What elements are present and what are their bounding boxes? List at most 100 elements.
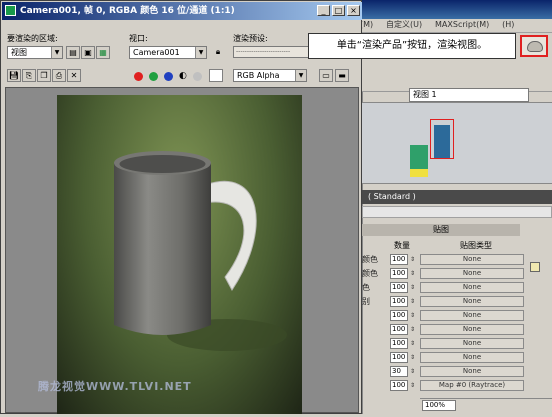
map-slot-button[interactable]: None	[420, 338, 524, 349]
maps-rollout-title[interactable]: 贴图	[362, 224, 520, 236]
selection-highlight	[430, 119, 454, 159]
color-swatch[interactable]	[209, 69, 223, 82]
map-row: 100 ⇕ None	[362, 310, 527, 322]
spinner-icon[interactable]: ⇕	[410, 312, 415, 319]
viewport-dropdown[interactable]: 视图 1	[409, 88, 529, 102]
map-slot-button[interactable]: None	[420, 366, 524, 377]
map-amount-input[interactable]: 100	[390, 254, 408, 265]
auto-region-icon[interactable]: ▣	[81, 46, 95, 59]
minimize-button[interactable]: _	[317, 5, 330, 16]
map-slot-button[interactable]: None	[420, 310, 524, 321]
frame-buffer-icon[interactable]: ▬	[335, 69, 349, 82]
spinner-icon[interactable]: ⇕	[410, 284, 415, 291]
display-toggle-icon[interactable]: ▭	[319, 69, 333, 82]
amount-header: 数量	[394, 241, 410, 250]
map-slot-button[interactable]: None	[420, 282, 524, 293]
map-row-name: 颜色	[362, 255, 378, 264]
chevron-down-icon: ▼	[195, 47, 206, 58]
channel-dropdown[interactable]: RGB Alpha ▼	[233, 69, 307, 82]
map-amount-input[interactable]: 100	[390, 296, 408, 307]
maps-column-header: 数量 贴图类型	[362, 240, 520, 252]
watermark-text: 腾龙视觉WWW.TLVI.NET	[38, 380, 192, 393]
area-value: 视图	[11, 48, 27, 57]
map-row: 100 ⇕ None	[362, 338, 527, 350]
viewport-value: Camera001	[133, 48, 180, 57]
spinner-icon[interactable]: ⇕	[410, 298, 415, 305]
blue-channel-icon[interactable]	[164, 72, 173, 81]
max-titlebar	[360, 0, 552, 19]
green-node-icon	[410, 145, 428, 169]
spinner-icon[interactable]: ⇕	[410, 340, 415, 347]
lock-viewport-icon[interactable]: 🔒︎	[211, 46, 225, 59]
map-amount-input[interactable]: 100	[390, 310, 408, 321]
spinner-icon[interactable]: ⇕	[410, 270, 415, 277]
maximize-button[interactable]: □	[332, 5, 345, 16]
spinner-icon[interactable]: ⇕	[410, 326, 415, 333]
map-row-name: 色	[362, 283, 370, 292]
map-row: 颜色 100 ⇕ None	[362, 254, 527, 266]
map-amount-input[interactable]: 30	[390, 366, 408, 377]
channel-value: RGB Alpha	[237, 71, 280, 80]
spinner-icon[interactable]: ⇕	[410, 382, 415, 389]
rendered-image	[57, 95, 302, 414]
lock-icon[interactable]	[530, 262, 540, 272]
map-row: 色 100 ⇕ None	[362, 282, 527, 294]
map-amount-input[interactable]: 100	[390, 268, 408, 279]
chevron-down-icon: ▼	[51, 47, 62, 58]
map-slot-button[interactable]: None	[420, 352, 524, 363]
map-amount-input[interactable]: 100	[390, 380, 408, 391]
edit-region-icon[interactable]: ▤	[66, 46, 80, 59]
clone-window-icon[interactable]: ❐	[37, 69, 51, 82]
teapot-icon	[527, 41, 543, 52]
map-amount-input[interactable]: 100	[390, 324, 408, 335]
rendered-frame-window: Camera001, 帧 0, RGBA 颜色 16 位/通道 (1:1) _ …	[0, 0, 362, 414]
save-image-icon[interactable]: 💾︎	[7, 69, 21, 82]
instruction-callout: 单击“渲染产品”按钮，渲染视图。	[308, 33, 516, 59]
app-icon	[5, 5, 16, 16]
map-amount-input[interactable]: 100	[390, 282, 408, 293]
red-channel-icon[interactable]	[134, 72, 143, 81]
max-menubar: (M) 自定义(U) MAXScript(M) (H)	[360, 19, 552, 33]
alpha-channel-icon[interactable]: ◐	[179, 71, 187, 81]
map-type-header: 贴图类型	[460, 241, 492, 250]
spinner-icon[interactable]: ⇕	[410, 368, 415, 375]
render-production-button[interactable]	[520, 35, 548, 57]
close-button[interactable]: ×	[347, 5, 360, 16]
print-image-icon[interactable]: ⎙	[52, 69, 66, 82]
green-channel-icon[interactable]	[149, 72, 158, 81]
chevron-down-icon: ▼	[295, 70, 306, 81]
spinner-icon[interactable]: ⇕	[410, 354, 415, 361]
shader-name-bar[interactable]	[362, 206, 552, 218]
map-amount-input[interactable]: 100	[390, 338, 408, 349]
map-slot-button[interactable]: None	[420, 296, 524, 307]
map-row: 100 ⇕ None	[362, 352, 527, 364]
copy-image-icon[interactable]: ⎘	[22, 69, 36, 82]
render-area: 腾龙视觉WWW.TLVI.NET	[5, 87, 359, 414]
map-slot-button[interactable]: None	[420, 324, 524, 335]
map-slot-button[interactable]: Map #0 (Raytrace)	[420, 380, 524, 391]
window-title: Camera001, 帧 0, RGBA 颜色 16 位/通道 (1:1)	[2, 2, 362, 20]
area-label: 要渲染的区域:	[7, 34, 58, 43]
map-row: 颜色 100 ⇕ None	[362, 268, 527, 280]
viewport-dropdown[interactable]: Camera001 ▼	[129, 46, 207, 59]
zoom-dropdown[interactable]: 100%	[422, 400, 456, 411]
map-amount-input[interactable]: 100	[390, 352, 408, 363]
mug-render	[114, 151, 287, 351]
clear-image-icon[interactable]: ✕	[67, 69, 81, 82]
viewport-label: 视口:	[129, 34, 148, 43]
menu-item-maxscript[interactable]: MAXScript(M)	[435, 20, 489, 29]
spinner-icon[interactable]: ⇕	[410, 256, 415, 263]
map-row-name: 颜色	[362, 269, 378, 278]
region-select-icon[interactable]: ▦	[96, 46, 110, 59]
shader-type-label: ( Standard )	[362, 190, 552, 204]
menu-item-help[interactable]: (H)	[502, 20, 514, 29]
material-preview	[362, 102, 552, 184]
map-row: 100 ⇕ Map #0 (Raytrace)	[362, 380, 527, 392]
mono-channel-icon[interactable]	[193, 72, 202, 81]
area-dropdown[interactable]: 视图 ▼	[7, 46, 63, 59]
map-row-name: 别	[362, 297, 370, 306]
map-slot-button[interactable]: None	[420, 254, 524, 265]
map-slot-button[interactable]: None	[420, 268, 524, 279]
menu-item-customize[interactable]: 自定义(U)	[386, 20, 422, 29]
preset-dropdown[interactable]: -------------------------	[233, 46, 315, 58]
